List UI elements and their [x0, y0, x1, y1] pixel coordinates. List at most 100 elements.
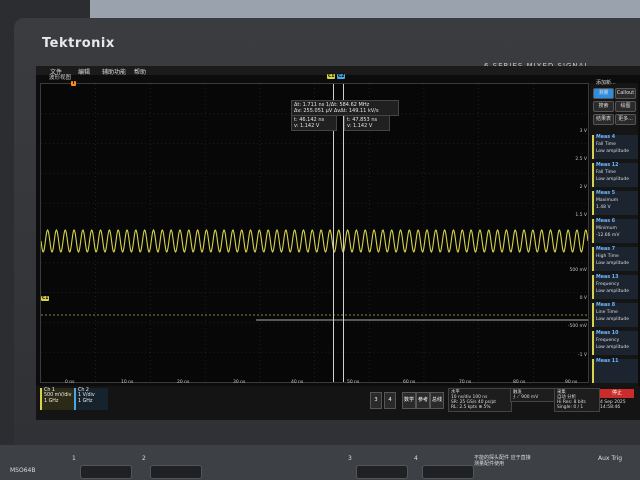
measurement-value: Low amplitude — [596, 177, 630, 182]
trigger-position-marker[interactable]: T — [71, 81, 77, 86]
front-ch2-label: 2 — [142, 455, 146, 462]
cursor-b-volt: v: 1.142 V — [347, 123, 373, 129]
menu-edit[interactable]: 编辑 — [78, 67, 90, 76]
ch3-input-connector[interactable] — [356, 465, 408, 479]
measurement-badge[interactable]: Meas 12 Fall Time Low amplitude — [592, 163, 638, 187]
measurement-title: Meas 12 — [596, 163, 619, 168]
ch1-input-connector[interactable] — [80, 465, 132, 479]
front-ch4-label: 4 — [414, 455, 418, 462]
measurement-badge[interactable]: Meas 11 — [592, 359, 638, 383]
measurement-name: Fall Time — [596, 170, 616, 175]
cursor-delta-readout: Δt: 1.711 ns 1/Δt: 584.62 MHz Δv: 255.05… — [291, 100, 399, 116]
horizontal-record-length: RL: 2.5 kpts ⊕ 5% — [451, 405, 491, 410]
time-label: 14:58:46 — [600, 405, 621, 410]
measurement-name: Fall Time — [596, 142, 616, 147]
measurement-title: Meas 6 — [596, 219, 616, 224]
ch1-badge[interactable]: Ch 1 500 mV/div 1 GHz — [40, 388, 74, 410]
y-label-minus-500mv: -500 mV — [567, 324, 587, 329]
acquisition-count: Single: 0 / 1 — [557, 405, 584, 410]
search-button[interactable]: 搜索 — [593, 101, 614, 112]
waveform-view-title: 波形视图 — [49, 75, 72, 81]
add-new-label: 添加新... — [596, 80, 616, 86]
measurement-name: High Time — [596, 254, 619, 259]
measurement-badge[interactable]: Meas 5 Maximum 1.48 V — [592, 191, 638, 215]
cursor-b-marker[interactable]: C2 — [337, 74, 346, 79]
measurement-value: 1.48 V — [596, 205, 611, 210]
result-table-button[interactable]: 结果表 — [593, 114, 614, 125]
measurement-badge[interactable]: Meas 8 Line Time Low amplitude — [592, 303, 638, 327]
model-label: MSO64B — [10, 467, 36, 474]
front-ch3-label: 3 — [348, 455, 352, 462]
front-panel: MSO64B 1 2 3 4 不能的探头配件 应于直接测量配件使用 Aux Tr… — [0, 445, 640, 480]
cursor-b-readout: t: 47.853 ns v: 1.142 V — [344, 115, 390, 131]
y-label-0v: 0 V — [579, 296, 587, 301]
cursor-a-marker[interactable]: C1 — [327, 74, 336, 79]
measurement-name: Frequency — [596, 338, 620, 343]
menu-help[interactable]: 帮助 — [134, 67, 146, 76]
ch3-button[interactable]: 3 — [370, 392, 382, 409]
menu-accessibility[interactable]: 辅助功能 — [102, 67, 126, 76]
measurement-title: Meas 7 — [596, 247, 616, 252]
y-label-500mv: 500 mV — [569, 268, 587, 273]
bus-button[interactable]: 总线 — [430, 392, 444, 409]
measurement-title: Meas 8 — [596, 303, 616, 308]
acquisition-panel[interactable]: 采集 自动 分析 Hi Res: 8 bits Single: 0 / 1 — [554, 388, 600, 412]
y-label-2v: 2 V — [579, 185, 587, 190]
measurement-value: Low amplitude — [596, 261, 630, 266]
ch1-bandwidth: 1 GHz — [44, 398, 59, 404]
math-button[interactable]: 数学 — [402, 392, 416, 409]
measurement-title: Meas 11 — [596, 359, 619, 364]
measurement-title: Meas 13 — [596, 275, 619, 280]
measurement-value: Low amplitude — [596, 289, 630, 294]
trigger-level: ⨍ ⟋ 900 mV — [513, 395, 539, 400]
trigger-panel[interactable]: 触发 ⨍ ⟋ 900 mV — [510, 388, 556, 402]
measurement-value: -12.66 mV — [596, 233, 620, 238]
waveform-plot[interactable]: Δt: 1.711 ns 1/Δt: 584.62 MHz Δv: 255.05… — [40, 74, 589, 385]
cursor-a-readout: t: 46.142 ns v: 1.142 V — [291, 115, 337, 131]
ref-button[interactable]: 参考 — [416, 392, 430, 409]
measurement-title: Meas 4 — [596, 135, 616, 140]
measurement-value: Low amplitude — [596, 317, 630, 322]
measurement-name: Minimum — [596, 226, 617, 231]
measurement-title: Meas 5 — [596, 191, 616, 196]
measure-button[interactable]: 测量 — [593, 88, 614, 99]
y-label-minus-1v: -1 V — [578, 353, 587, 358]
measurement-title: Meas 10 — [596, 331, 619, 336]
more-button[interactable]: 更多... — [615, 114, 636, 125]
ch2-badge[interactable]: Ch 2 1 V/div 1 GHz — [74, 388, 108, 410]
ch1-ground-badge[interactable]: C1 — [41, 296, 50, 301]
measurement-name: Maximum — [596, 198, 619, 203]
measurement-badge[interactable]: Meas 6 Minimum -12.66 mV — [592, 219, 638, 243]
measurement-name: Line Time — [596, 310, 618, 315]
plot-button[interactable]: 绘图 — [615, 101, 636, 112]
datetime-display: 4 Sep 2025 14:58:46 — [600, 400, 626, 410]
callout-button[interactable]: Callout — [615, 88, 636, 99]
scope-screen: 文件 编辑 辅助功能 帮助 波形视图 Δt: 1.711 ns 1/Δt: 58… — [36, 66, 640, 420]
ch1-scale: 500 mV/div — [44, 393, 72, 399]
settings-bar: Ch 1 500 mV/div 1 GHz Ch 2 1 V/div 1 GHz… — [36, 386, 640, 420]
probe-notice: 不能的探头配件 应于直接测量配件使用 — [474, 455, 531, 467]
measurement-badge[interactable]: Meas 7 High Time Low amplitude — [592, 247, 638, 271]
measurement-badge[interactable]: Meas 10 Frequency Low amplitude — [592, 331, 638, 355]
measurement-badge[interactable]: Meas 13 Frequency Low amplitude — [592, 275, 638, 299]
stop-button[interactable]: 停止 — [600, 389, 634, 398]
ch2-input-connector[interactable] — [150, 465, 202, 479]
ch4-input-connector[interactable] — [422, 465, 474, 479]
ch2-bandwidth: 1 GHz — [78, 398, 93, 404]
measurement-value: Low amplitude — [596, 149, 630, 154]
y-label-3v: 3 V — [579, 129, 587, 134]
background-strip — [90, 0, 640, 18]
aux-trigger-label: Aux Trig — [598, 455, 623, 462]
measurement-name: Frequency — [596, 282, 620, 287]
delta-v-line: Δv: 255.051 µV ΔvΔt: 149.11 kV/s — [294, 108, 379, 114]
measurement-value: Low amplitude — [596, 345, 630, 350]
horizontal-panel[interactable]: 水平 10 ns/div 100 ns SR: 25 GS/s 40 ps/pt… — [448, 388, 512, 412]
cursor-a-volt: v: 1.142 V — [294, 123, 320, 129]
results-sidebar: 添加新... 测量 Callout 搜索 绘图 结果表 更多... Meas 4… — [590, 80, 638, 391]
measurement-badge[interactable]: Meas 4 Fall Time Low amplitude — [592, 135, 638, 159]
ch4-button[interactable]: 4 — [384, 392, 396, 409]
front-ch1-label: 1 — [72, 455, 76, 462]
y-label-2p5v: 2.5 V — [575, 157, 587, 162]
brand-logo: Tektronix — [42, 36, 115, 51]
y-label-1p5v: 1.5 V — [575, 213, 587, 218]
